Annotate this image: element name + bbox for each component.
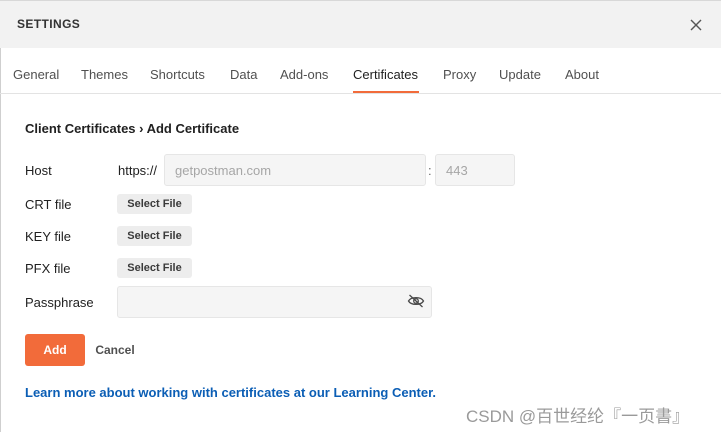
tab-about[interactable]: About [565, 67, 599, 82]
pfx-file-label: PFX file [25, 261, 71, 276]
dialog-header: SETTINGS [0, 0, 721, 48]
crt-select-file-button[interactable]: Select File [117, 194, 192, 214]
cancel-button[interactable]: Cancel [89, 334, 141, 366]
tab-update[interactable]: Update [499, 67, 541, 82]
tab-add-ons[interactable]: Add-ons [280, 67, 328, 82]
tab-shortcuts[interactable]: Shortcuts [150, 67, 205, 82]
tab-themes[interactable]: Themes [81, 67, 128, 82]
breadcrumb: Client Certificates › Add Certificate [25, 121, 240, 136]
key-select-file-button[interactable]: Select File [117, 226, 192, 246]
host-prefix: https:// [118, 163, 158, 178]
pfx-select-file-button[interactable]: Select File [117, 258, 192, 278]
port-separator: : [428, 163, 432, 178]
tab-proxy[interactable]: Proxy [443, 67, 476, 82]
settings-tabs: General Themes Shortcuts Data Add-ons Ce… [0, 48, 721, 94]
host-input[interactable] [164, 154, 426, 186]
close-icon[interactable] [686, 15, 706, 35]
crt-file-label: CRT file [25, 197, 72, 212]
active-tab-indicator [353, 91, 419, 93]
key-file-label: KEY file [25, 229, 72, 244]
dialog-title: SETTINGS [17, 17, 81, 31]
passphrase-label: Passphrase [25, 295, 94, 310]
watermark: CSDN @百世经纶『一页書』 [466, 407, 690, 426]
host-label: Host [25, 163, 52, 178]
passphrase-input[interactable] [117, 286, 432, 318]
eye-slash-icon[interactable] [407, 294, 425, 308]
learning-center-link[interactable]: Learn more about working with certificat… [25, 385, 436, 400]
tab-data[interactable]: Data [230, 67, 257, 82]
tab-certificates[interactable]: Certificates [353, 67, 418, 82]
add-button[interactable]: Add [25, 334, 85, 366]
tab-general[interactable]: General [13, 67, 59, 82]
port-input[interactable] [435, 154, 515, 186]
